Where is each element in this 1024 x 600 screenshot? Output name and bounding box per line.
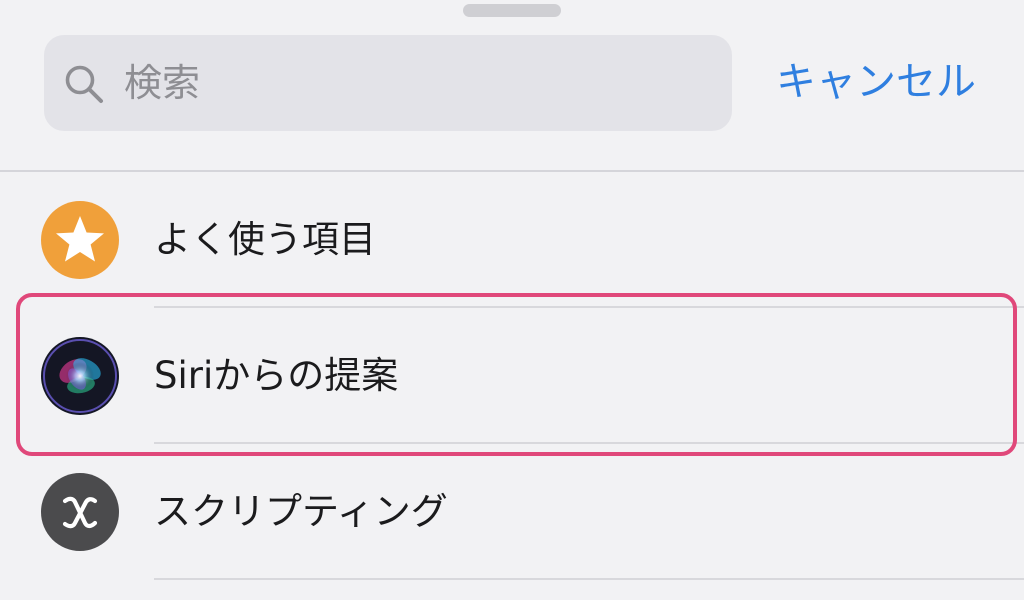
list-item-siri-suggestions[interactable]: Siriからの提案 — [0, 308, 1024, 444]
list-item-favorites[interactable]: よく使う項目 — [0, 172, 1024, 308]
sheet-grabber[interactable] — [463, 4, 561, 17]
variable-x-icon — [41, 473, 119, 551]
star-icon — [41, 201, 119, 279]
siri-icon — [41, 337, 119, 415]
list-item-label: Siriからの提案 — [154, 354, 399, 397]
search-icon — [65, 65, 103, 103]
list-item-label: よく使う項目 — [154, 218, 376, 261]
search-input[interactable] — [124, 55, 704, 111]
cancel-button[interactable]: キャンセル — [776, 54, 976, 110]
action-sheet: キャンセル よく使う項目 — [0, 0, 1024, 600]
list-item-label: スクリプティング — [154, 490, 448, 533]
list-item-scripting[interactable]: スクリプティング — [0, 444, 1024, 580]
row-divider — [154, 578, 1024, 580]
